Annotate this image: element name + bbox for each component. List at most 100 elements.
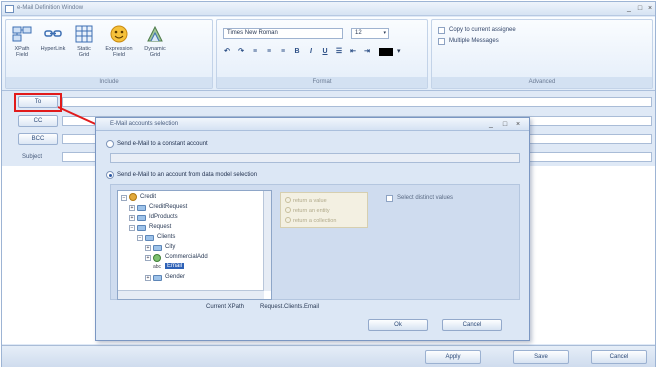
- tree-item[interactable]: IdProducts: [149, 214, 178, 220]
- tree-item[interactable]: Gender: [165, 274, 185, 280]
- include-group: XPath Field HyperLink Static Grid Expres…: [5, 19, 213, 89]
- include-caption: Include: [6, 77, 212, 88]
- static-grid-icon: [74, 24, 94, 44]
- expression-field-icon: [109, 24, 129, 44]
- folder-icon: [137, 215, 146, 221]
- distinct-values-checkbox[interactable]: [386, 195, 393, 202]
- hyperlink-label: HyperLink: [40, 46, 66, 52]
- indent-button[interactable]: ⇥: [363, 47, 371, 56]
- bold-button[interactable]: B: [293, 47, 301, 56]
- current-xpath-value: Request.Clients.Email: [260, 304, 320, 310]
- return-entity-option[interactable]: return an entity: [285, 207, 330, 214]
- tree-item[interactable]: Clients: [157, 234, 175, 240]
- font-size-value: 12: [355, 30, 362, 36]
- tree-item[interactable]: CreditRequest: [149, 204, 187, 210]
- maximize-button[interactable]: □: [635, 4, 645, 13]
- data-model-label: Send e-Mail to an account from data mode…: [117, 172, 258, 178]
- expand-icon[interactable]: +: [145, 245, 151, 251]
- cancel-button[interactable]: Cancel: [591, 350, 647, 364]
- footer-bar: Apply Save Cancel: [2, 345, 655, 367]
- folder-icon: [153, 275, 162, 281]
- apply-button[interactable]: Apply: [425, 350, 481, 364]
- align-right-button[interactable]: ≡: [279, 47, 287, 56]
- return-collection-option[interactable]: return a collection: [285, 217, 336, 224]
- constant-account-field[interactable]: [110, 153, 520, 163]
- tree-item[interactable]: CommercialAdd: [165, 254, 208, 260]
- folder-icon: [137, 225, 146, 231]
- expression-field-label: Expression Field: [105, 46, 133, 58]
- xpath-field-icon: [12, 24, 32, 44]
- cc-button[interactable]: CC: [18, 115, 58, 127]
- tree-horizontal-scrollbar[interactable]: [118, 290, 264, 299]
- tree-item-selected[interactable]: Email: [165, 263, 185, 269]
- collapse-icon[interactable]: −: [137, 235, 143, 241]
- undo-button[interactable]: ↶: [223, 47, 231, 56]
- dialog-cancel-button[interactable]: Cancel: [442, 319, 502, 331]
- font-size-select[interactable]: 12 ▾: [351, 28, 389, 39]
- hyperlink-icon: [43, 24, 63, 44]
- chevron-down-icon[interactable]: ▾: [397, 47, 401, 55]
- distinct-values-label: Select distinct values: [397, 195, 454, 201]
- underline-button[interactable]: U: [321, 47, 329, 56]
- dialog-maximize-button[interactable]: □: [500, 120, 510, 129]
- highlight-box: [14, 93, 62, 112]
- expand-icon[interactable]: +: [145, 255, 151, 261]
- ribbon: XPath Field HyperLink Static Grid Expres…: [2, 17, 655, 91]
- hyperlink-button[interactable]: HyperLink: [37, 24, 69, 52]
- tree-item[interactable]: City: [165, 244, 175, 250]
- tree-item[interactable]: Credit: [140, 194, 156, 200]
- dialog-title: E-Mail accounts selection: [110, 121, 179, 127]
- format-caption: Format: [217, 77, 427, 88]
- folder-icon: [153, 245, 162, 251]
- copy-to-assignee-label: Copy to current assignee: [449, 27, 516, 33]
- bcc-button[interactable]: BCC: [18, 133, 58, 145]
- dynamic-grid-icon: [145, 24, 165, 44]
- folder-icon: [145, 235, 154, 241]
- current-xpath-label: Current XPath: [206, 304, 245, 310]
- data-model-tree[interactable]: − Credit + CreditRequest + IdProducts − …: [117, 190, 272, 300]
- redo-button[interactable]: ↷: [237, 47, 245, 56]
- collapse-icon[interactable]: −: [129, 225, 135, 231]
- dynamic-grid-label: Dynamic Grid: [144, 46, 166, 58]
- dialog-close-button[interactable]: ×: [513, 120, 523, 129]
- copy-to-assignee-checkbox[interactable]: [438, 27, 445, 34]
- save-button[interactable]: Save: [513, 350, 569, 364]
- outdent-button[interactable]: ⇤: [349, 47, 357, 56]
- return-value-option[interactable]: return a value: [285, 197, 327, 204]
- close-button[interactable]: ×: [645, 4, 655, 13]
- tree-item[interactable]: Request: [149, 224, 171, 230]
- entity-icon: [153, 254, 161, 262]
- bullet-list-button[interactable]: ☰: [335, 47, 343, 56]
- static-grid-button[interactable]: Static Grid: [72, 24, 96, 58]
- tree-vertical-scrollbar[interactable]: [263, 191, 271, 291]
- email-accounts-dialog: E-Mail accounts selection _ □ × Send e-M…: [95, 117, 530, 341]
- title-bar: e-Mail Definition Window _ □ ×: [2, 2, 655, 16]
- expand-icon[interactable]: +: [145, 275, 151, 281]
- data-model-radio[interactable]: [106, 171, 114, 179]
- expand-icon[interactable]: +: [129, 205, 135, 211]
- window-icon: [5, 5, 14, 13]
- multiple-messages-label: Multiple Messages: [449, 38, 499, 44]
- static-grid-label: Static Grid: [77, 46, 91, 58]
- align-center-button[interactable]: ≡: [265, 47, 273, 56]
- expression-field-button[interactable]: Expression Field: [102, 24, 136, 58]
- ok-button[interactable]: Ok: [368, 319, 428, 331]
- font-select[interactable]: Times New Roman: [223, 28, 343, 39]
- font-color-swatch[interactable]: [379, 48, 393, 56]
- advanced-group: Copy to current assignee Multiple Messag…: [431, 19, 653, 89]
- dynamic-grid-button[interactable]: Dynamic Grid: [140, 24, 170, 58]
- italic-button[interactable]: I: [307, 47, 315, 56]
- to-field[interactable]: [62, 97, 652, 107]
- align-left-button[interactable]: ≡: [251, 47, 259, 56]
- subject-label: Subject: [22, 154, 43, 160]
- multiple-messages-checkbox[interactable]: [438, 38, 445, 45]
- return-options-box: return a value return an entity return a…: [280, 192, 368, 228]
- constant-account-radio[interactable]: [106, 140, 114, 148]
- string-field-icon: abc: [153, 264, 162, 270]
- collapse-icon[interactable]: −: [121, 195, 127, 201]
- dialog-minimize-button[interactable]: _: [486, 120, 496, 129]
- constant-account-label: Send e-Mail to a constant account: [117, 141, 208, 147]
- minimize-button[interactable]: _: [624, 4, 634, 13]
- xpath-field-button[interactable]: XPath Field: [9, 24, 35, 58]
- expand-icon[interactable]: +: [129, 215, 135, 221]
